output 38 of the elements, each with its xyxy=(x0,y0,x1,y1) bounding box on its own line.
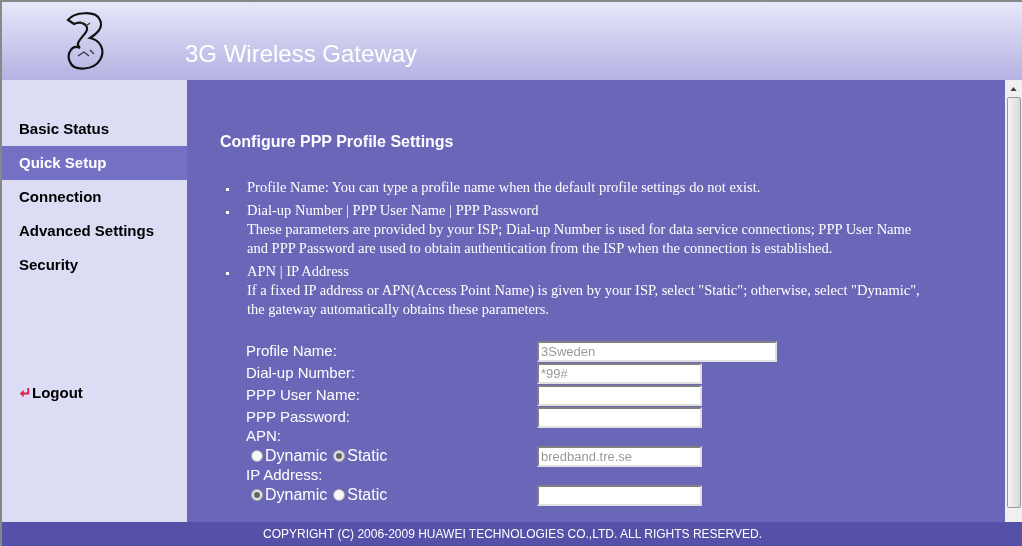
input-field[interactable] xyxy=(537,384,702,406)
note-title: Dial-up Number | PPP User Name | PPP Password xyxy=(247,201,540,220)
radio-button[interactable] xyxy=(251,489,263,501)
radio-label: Dynamic xyxy=(265,485,328,505)
copyright-text: COPYRIGHT (C) 2006-2009 HUAWEI TECHNOLOGIES CO.,LTD. ALL RIGHTS RESERVED. xyxy=(263,526,763,543)
scroll-up-icon[interactable] xyxy=(1010,87,1017,91)
bullet-icon xyxy=(226,188,229,191)
note-title: Profile Name: You can type a profile name when the default profile settings do not exist. xyxy=(247,178,761,197)
sidebar-item[interactable]: Advanced Settings xyxy=(2,214,187,248)
scrollbar[interactable] xyxy=(1005,80,1022,522)
logout-link[interactable]: Logout xyxy=(32,382,83,405)
header-title: 3G Wireless Gateway xyxy=(185,39,418,69)
field-label: PPP Password: xyxy=(246,406,351,427)
note-title: APN | IP Address xyxy=(247,262,350,281)
bullet-icon xyxy=(226,211,229,214)
radio-button[interactable] xyxy=(333,489,346,501)
radio-label: Dynamic xyxy=(265,446,328,466)
input-field[interactable] xyxy=(537,406,702,428)
field-label: IP Address: xyxy=(246,465,323,486)
logout-arrow-icon xyxy=(19,386,32,400)
radio-button[interactable] xyxy=(251,450,263,462)
sidebar-item[interactable]: Connection xyxy=(2,180,187,214)
sidebar-item[interactable]: Security xyxy=(2,248,187,282)
sidebar-item[interactable]: Quick Setup xyxy=(2,146,187,180)
bullet-icon xyxy=(226,272,229,275)
note-text: If a fixed IP address or APN(Access Point Name) is given by your ISP, select "Static"; otherwise, select "Dynamic", the gateway automatically obtains these parameters. xyxy=(247,281,920,319)
field-label: APN: xyxy=(246,426,281,447)
input-field[interactable] xyxy=(537,484,702,506)
scroll-thumb[interactable] xyxy=(1006,97,1021,508)
field-label: Dial-up Number: xyxy=(246,362,357,383)
radio-label: Static xyxy=(347,446,388,466)
note-text: These parameters are provided by your ISP; Dial-up Number is used for data service connections; PPP User Name and PPP Password are used to obtain authentication from the ISP when the connection is established. xyxy=(247,220,913,258)
field-label: PPP User Name: xyxy=(246,384,361,405)
radio-label: Static xyxy=(347,485,388,505)
field-label: Profile Name: xyxy=(246,340,338,361)
sidebar-item[interactable]: Basic Status xyxy=(2,112,187,146)
page-heading: Configure PPP Profile Settings xyxy=(220,132,455,152)
radio-button[interactable] xyxy=(333,450,346,462)
